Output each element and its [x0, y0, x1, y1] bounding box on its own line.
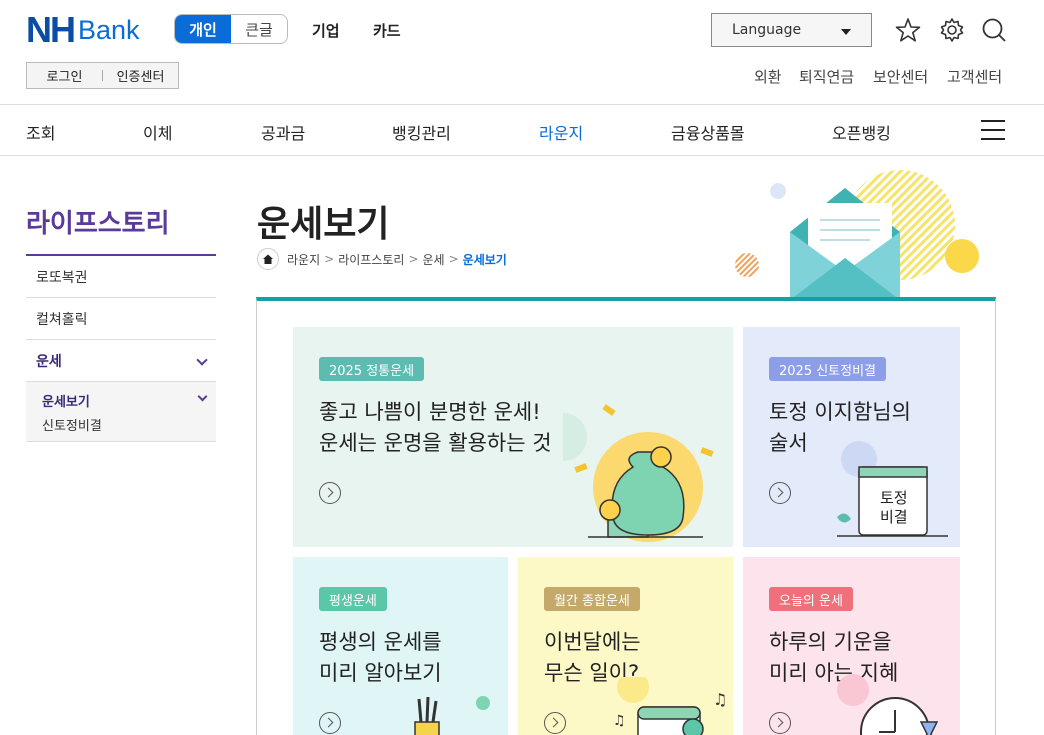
customer-type-toggle: 개인 큰글 — [174, 14, 288, 44]
home-icon[interactable] — [257, 248, 279, 270]
nav-products[interactable]: 금융상품몰 — [671, 120, 745, 144]
search-icon[interactable] — [980, 16, 1008, 44]
page-title: 운세보기 — [257, 204, 390, 245]
login-cert-box: 로그인 인증센터 — [26, 62, 179, 89]
corporate-link[interactable]: 기업 — [312, 20, 340, 41]
logo-bank-text: Bank — [78, 15, 140, 45]
card-title-line: 이번달에는 — [544, 630, 641, 654]
card-link[interactable]: 카드 — [373, 20, 401, 41]
large-font-tab[interactable]: 큰글 — [231, 15, 287, 43]
login-button[interactable]: 로그인 — [27, 66, 102, 85]
caret-down-icon — [841, 29, 851, 35]
nh-bank-logo[interactable]: NH Bank — [26, 9, 140, 50]
arrow-right-icon[interactable] — [769, 482, 791, 504]
card-tag: 2025 신토정비결 — [769, 357, 887, 381]
personal-tab[interactable]: 개인 — [175, 15, 231, 43]
lnb-item-label: 컬쳐홀릭 — [36, 311, 88, 328]
lnb-title: 라이프스토리 — [26, 209, 170, 239]
card-traditional-fortune[interactable]: 2025 정통운세 좋고 나쁨이 분명한 운세! 운세는 운명을 활용하는 것 — [293, 327, 733, 547]
book-label-line: 토정 — [880, 489, 908, 507]
language-label: Language — [732, 22, 802, 38]
book-label-line: 비결 — [880, 508, 908, 526]
lnb-item-lotto[interactable]: 로또복권 — [26, 256, 216, 298]
crumb-lounge[interactable]: 라운지 — [287, 251, 320, 268]
breadcrumb: 라운지 > 라이프스토리 > 운세 > 운세보기 — [257, 248, 507, 270]
menu-icon[interactable] — [981, 120, 1005, 140]
logo-nh-text: NH — [26, 9, 76, 50]
card-title: 평생의 운세를 미리 알아보기 — [319, 627, 442, 689]
chevron-right-icon: > — [448, 252, 459, 266]
card-today-fortune[interactable]: 오늘의 운세 하루의 기운을 미리 아는 지혜 — [743, 557, 960, 735]
lnb-submenu: 운세보기 신토정비결 — [26, 382, 216, 442]
arrow-right-icon[interactable] — [769, 712, 791, 734]
card-tag: 2025 정통운세 — [319, 357, 425, 381]
customer-center-link[interactable]: 고객센터 — [947, 66, 1002, 87]
forex-link[interactable]: 외환 — [754, 66, 782, 87]
card-tojeong[interactable]: 2025 신토정비결 토정 이지함님의 술서 토정 비결 — [743, 327, 960, 547]
gear-icon[interactable] — [938, 16, 966, 44]
card-title: 좋고 나쁨이 분명한 운세! 운세는 운명을 활용하는 것 — [319, 397, 552, 459]
crumb-lifestory[interactable]: 라이프스토리 — [338, 251, 404, 268]
nav-open-banking[interactable]: 오픈뱅킹 — [832, 120, 891, 144]
card-title-line: 평생의 운세를 — [319, 630, 442, 654]
card-title-line: 미리 알아보기 — [319, 661, 442, 685]
nh-bank-page: NH Bank 개인 큰글 기업 카드 Language 로그인 인증센터 외환… — [0, 0, 1044, 735]
nav-inquiry[interactable]: 조회 — [26, 120, 55, 144]
chevron-down-icon — [197, 391, 208, 402]
card-title-line: 운세는 운명을 활용하는 것 — [319, 431, 552, 455]
chevron-right-icon: > — [324, 252, 335, 266]
security-center-link[interactable]: 보안센터 — [873, 66, 928, 87]
pencil-cup-icon — [414, 696, 490, 735]
envelope-illustration — [735, 170, 979, 300]
card-tag: 월간 종합운세 — [544, 587, 640, 611]
crumb-fortune[interactable]: 운세 — [423, 251, 445, 268]
lnb-item-culture[interactable]: 컬쳐홀릭 — [26, 298, 216, 340]
nav-lounge[interactable]: 라운지 — [539, 120, 583, 144]
arrow-right-icon[interactable] — [544, 712, 566, 734]
lnb-sub-fortune-view[interactable]: 운세보기 — [42, 391, 90, 410]
lnb-item-label: 로또복권 — [36, 269, 88, 286]
clock-icon — [837, 674, 939, 735]
card-title-line: 토정 이지함님의 — [769, 400, 911, 424]
global-nav: 조회 이체 공과금 뱅킹관리 라운지 금융상품몰 오픈뱅킹 — [0, 104, 1044, 156]
money-bag-icon — [563, 404, 714, 542]
nav-banking-mgmt[interactable]: 뱅킹관리 — [392, 120, 451, 144]
crumb-current: 운세보기 — [462, 252, 507, 267]
book-label: 토정 비결 — [880, 489, 908, 527]
card-tag: 오늘의 운세 — [769, 587, 853, 611]
lnb-item-fortune[interactable]: 운세 — [26, 340, 216, 382]
card-title-line: 좋고 나쁨이 분명한 운세! — [319, 400, 541, 424]
pension-link[interactable]: 퇴직연금 — [799, 66, 854, 87]
nav-utility-bills[interactable]: 공과금 — [261, 120, 305, 144]
calendar-icon: ♫ ♫ — [613, 677, 727, 735]
lnb-sub-tojeong[interactable]: 신토정비결 — [42, 415, 102, 434]
card-lifetime-fortune[interactable]: 평생운세 평생의 운세를 미리 알아보기 — [293, 557, 508, 735]
chevron-right-icon: > — [408, 252, 419, 266]
arrow-right-icon[interactable] — [319, 482, 341, 504]
chevron-down-icon — [196, 354, 208, 366]
card-tag: 평생운세 — [319, 587, 387, 611]
svg-text:♫: ♫ — [713, 690, 727, 709]
svg-text:♫: ♫ — [613, 713, 626, 729]
card-title-line: 하루의 기운을 — [769, 630, 892, 654]
card-monthly-fortune[interactable]: 월간 종합운세 이번달에는 무슨 일이? ♫ ♫ — [518, 557, 733, 735]
star-icon[interactable] — [894, 16, 922, 44]
nav-transfer[interactable]: 이체 — [143, 120, 172, 144]
lnb-item-label: 운세 — [36, 353, 62, 370]
language-select[interactable]: Language — [711, 13, 872, 47]
cert-center-button[interactable]: 인증센터 — [103, 66, 178, 85]
arrow-right-icon[interactable] — [319, 712, 341, 734]
